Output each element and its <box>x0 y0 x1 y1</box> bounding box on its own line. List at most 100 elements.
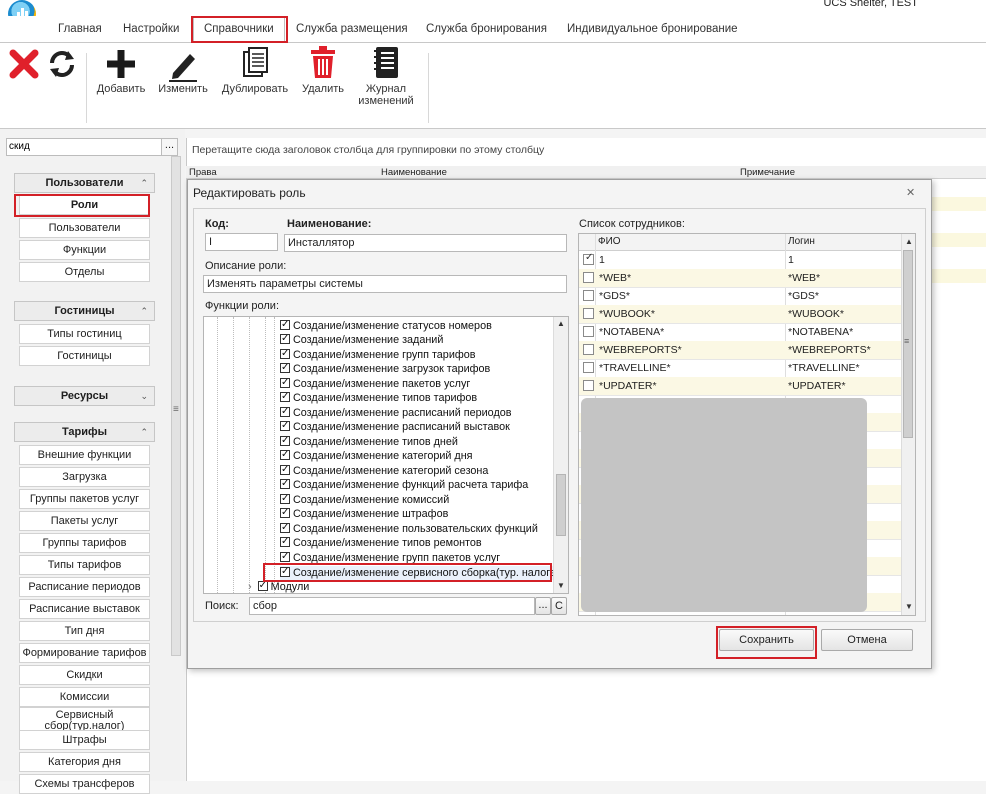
checkbox-checked-icon[interactable] <box>280 419 290 433</box>
checkbox-icon[interactable] <box>583 326 594 337</box>
nav-item-service-package-groups[interactable]: Группы пакетов услуг <box>19 489 150 509</box>
employee-row[interactable]: *WUBOOK* *WUBOOK* <box>579 305 901 324</box>
checkbox-checked-icon[interactable] <box>280 492 290 506</box>
edit-button[interactable]: Изменить <box>157 43 209 95</box>
function-item[interactable]: Создание/изменение типов ремонтов <box>280 535 482 550</box>
tab-settings[interactable]: Настройки <box>123 23 179 35</box>
checkbox-checked-icon[interactable] <box>280 550 290 564</box>
function-item[interactable]: Создание/изменение загрузок тарифов <box>280 361 490 376</box>
nav-item-penalties[interactable]: Штрафы <box>19 730 150 750</box>
code-field[interactable]: I <box>205 233 278 251</box>
scroll-down-icon[interactable]: ▼ <box>903 602 915 611</box>
checkbox-checked-icon[interactable] <box>583 252 594 265</box>
function-item[interactable]: Создание/изменение типов дней <box>280 434 458 449</box>
emp-col-login[interactable]: Логин <box>788 236 815 247</box>
grid-col-rights[interactable]: Права <box>189 167 217 178</box>
tab-accommodation[interactable]: Служба размещения <box>296 23 408 35</box>
nav-item-tariff-groups[interactable]: Группы тарифов <box>19 533 150 553</box>
scrollbar-thumb[interactable] <box>556 474 566 536</box>
nav-item-period-schedule[interactable]: Расписание периодов <box>19 577 150 597</box>
function-item[interactable]: Создание/изменение типов тарифов <box>280 390 477 405</box>
nav-item-commissions[interactable]: Комиссии <box>19 687 150 707</box>
checkbox-checked-icon[interactable] <box>280 347 290 361</box>
nav-item-users[interactable]: Пользователи <box>19 218 150 238</box>
nav-item-load[interactable]: Загрузка <box>19 467 150 487</box>
employee-row[interactable]: *UPDATER* *UPDATER* <box>579 377 901 396</box>
close-button[interactable] <box>8 48 40 83</box>
group-resources[interactable]: Ресурсы ⌄ <box>14 386 155 406</box>
group-hotels[interactable]: Гостиницы ⌃ <box>14 301 155 321</box>
grid-col-name[interactable]: Наименование <box>381 167 447 178</box>
nav-item-transfer-schemes[interactable]: Схемы трансферов <box>19 774 150 794</box>
nav-item-discounts[interactable]: Скидки <box>19 665 150 685</box>
nav-filter-input[interactable] <box>7 139 159 153</box>
pane-splitter[interactable]: ≡ <box>171 156 181 781</box>
save-button[interactable]: Сохранить <box>719 629 814 651</box>
search-input[interactable]: сбор <box>249 597 535 615</box>
checkbox-checked-icon[interactable] <box>280 463 290 477</box>
journal-button[interactable]: Журнал изменений <box>356 43 416 107</box>
checkbox-checked-icon[interactable] <box>257 579 268 593</box>
checkbox-checked-icon[interactable] <box>280 376 290 390</box>
checkbox-icon[interactable] <box>583 290 594 301</box>
checkbox-icon[interactable] <box>583 362 594 373</box>
search-clear-button[interactable]: C <box>551 597 567 615</box>
tab-home[interactable]: Главная <box>58 23 102 35</box>
group-tariffs[interactable]: Тарифы ⌃ <box>14 422 155 442</box>
scroll-down-icon[interactable]: ▼ <box>555 581 567 590</box>
checkbox-checked-icon[interactable] <box>280 434 290 448</box>
nav-item-day-category[interactable]: Категория дня <box>19 752 150 772</box>
function-item[interactable]: Создание/изменение расписаний периодов <box>280 405 511 420</box>
employee-row[interactable]: *GDS* *GDS* <box>579 287 901 306</box>
checkbox-checked-icon[interactable] <box>280 390 290 404</box>
functions-tree[interactable]: Создание/изменение статусов номеров Созд… <box>203 316 569 594</box>
checkbox-icon[interactable] <box>583 272 594 283</box>
checkbox-checked-icon[interactable] <box>280 448 290 462</box>
function-item[interactable]: Создание/изменение пользовательских функ… <box>280 521 538 536</box>
function-item[interactable]: Создание/изменение групп тарифов <box>280 347 475 362</box>
checkbox-checked-icon[interactable] <box>280 318 290 332</box>
employees-scrollbar[interactable]: ▲ ≡ ▼ <box>901 234 915 615</box>
employee-row[interactable]: 11 <box>579 251 901 270</box>
emp-col-fio[interactable]: ФИО <box>598 236 621 247</box>
function-item[interactable]: Создание/изменение комиссий <box>280 492 449 507</box>
function-item[interactable]: Создание/изменение заданий <box>280 332 443 347</box>
checkbox-checked-icon[interactable] <box>280 405 290 419</box>
description-field[interactable]: Изменять параметры системы <box>203 275 567 293</box>
add-button[interactable]: Добавить <box>95 43 147 95</box>
function-item-selected[interactable]: Создание/изменение сервисного сборка(тур… <box>280 565 560 580</box>
nav-item-hotels[interactable]: Гостиницы <box>19 346 150 366</box>
employee-row[interactable]: *WEB* *WEB* <box>579 269 901 288</box>
checkbox-checked-icon[interactable] <box>280 361 290 375</box>
checkbox-checked-icon[interactable] <box>280 565 290 579</box>
scroll-up-icon[interactable]: ▲ <box>903 237 915 246</box>
checkbox-icon[interactable] <box>583 380 594 391</box>
checkbox-checked-icon[interactable] <box>280 521 290 535</box>
grid-col-note[interactable]: Примечание <box>740 167 795 178</box>
nav-item-external-functions[interactable]: Внешние функции <box>19 445 150 465</box>
nav-item-departments[interactable]: Отделы <box>19 262 150 282</box>
checkbox-checked-icon[interactable] <box>280 535 290 549</box>
checkbox-icon[interactable] <box>583 344 594 355</box>
checkbox-checked-icon[interactable] <box>280 506 290 520</box>
function-item[interactable]: Создание/изменение групп пакетов услуг <box>280 550 500 565</box>
nav-item-tariff-types[interactable]: Типы тарифов <box>19 555 150 575</box>
function-item[interactable]: Создание/изменение категорий сезона <box>280 463 488 478</box>
tree-scrollbar[interactable]: ▲ ▼ <box>553 317 568 593</box>
nav-item-functions[interactable]: Функции <box>19 240 150 260</box>
cancel-button[interactable]: Отмена <box>821 629 913 651</box>
employee-row[interactable]: *TRAVELLINE* *TRAVELLINE* <box>579 359 901 378</box>
nav-item-day-type[interactable]: Тип дня <box>19 621 150 641</box>
function-item[interactable]: Создание/изменение штрафов <box>280 506 448 521</box>
tab-individual-booking[interactable]: Индивидуальное бронирование <box>567 23 738 35</box>
delete-button[interactable]: Удалить <box>300 43 346 95</box>
tab-references[interactable]: Справочники <box>193 17 285 43</box>
checkbox-icon[interactable] <box>583 308 594 319</box>
nav-item-roles[interactable]: Роли <box>19 195 150 215</box>
close-icon[interactable]: ✕ <box>906 186 915 199</box>
function-item[interactable]: Создание/изменение расписаний выставок <box>280 419 510 434</box>
nav-item-exhibition-schedule[interactable]: Расписание выставок <box>19 599 150 619</box>
checkbox-checked-icon[interactable] <box>280 332 290 346</box>
tab-booking[interactable]: Служба бронирования <box>426 23 547 35</box>
employee-row[interactable]: *WEBREPORTS* *WEBREPORTS* <box>579 341 901 360</box>
